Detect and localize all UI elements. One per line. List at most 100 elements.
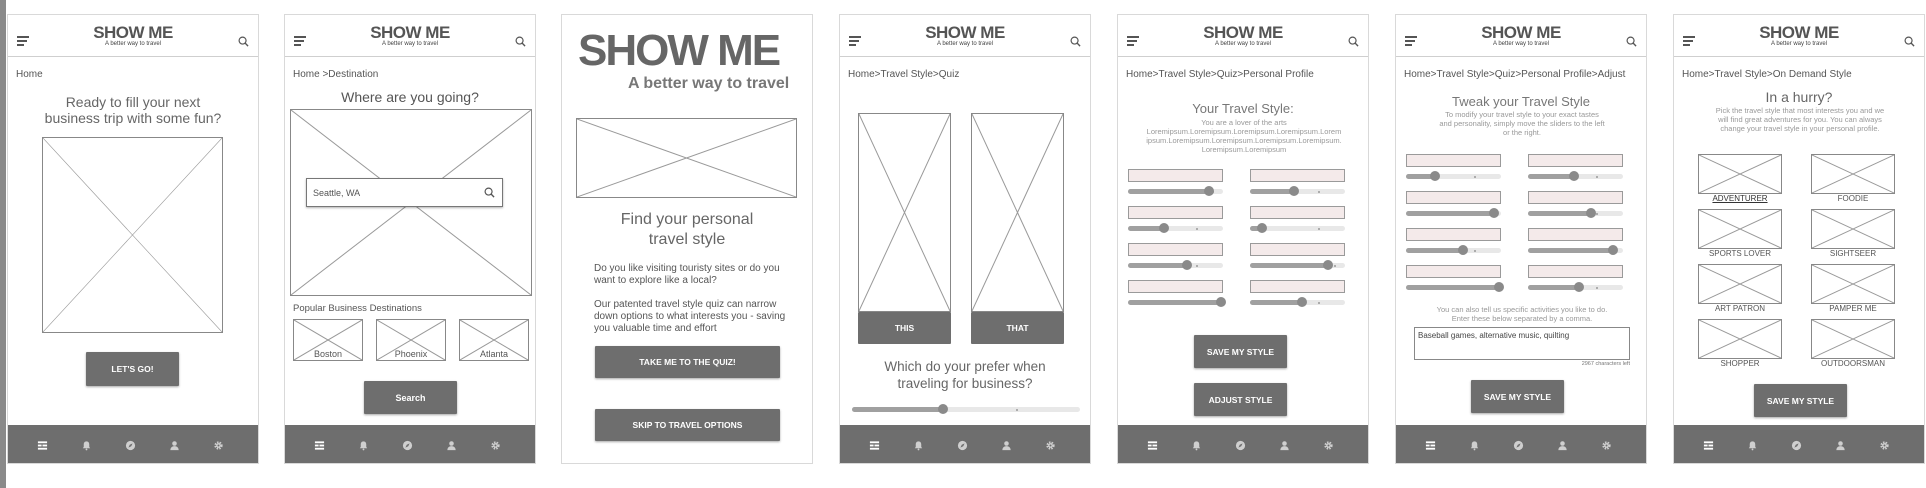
bell-icon[interactable] bbox=[1191, 438, 1202, 451]
skip-to-travel-options-button[interactable]: SKIP TO TRAVEL OPTIONS bbox=[595, 409, 780, 441]
style-trait-slider[interactable] bbox=[1128, 186, 1223, 197]
style-trait-slider[interactable] bbox=[1406, 171, 1501, 182]
style-trait-slider[interactable] bbox=[1528, 208, 1623, 219]
slider-knob[interactable] bbox=[1322, 260, 1333, 270]
travel-style-tile[interactable] bbox=[1698, 264, 1782, 304]
search-button[interactable]: Search bbox=[364, 381, 457, 414]
search-icon[interactable] bbox=[484, 187, 495, 198]
breadcrumb[interactable]: Home bbox=[16, 69, 43, 80]
dashboard-icon[interactable] bbox=[1147, 438, 1158, 450]
style-trait-slider[interactable] bbox=[1528, 171, 1623, 182]
slider-knob[interactable] bbox=[1458, 245, 1468, 255]
gear-icon[interactable] bbox=[1323, 438, 1334, 450]
travel-style-tile[interactable] bbox=[1698, 319, 1782, 359]
slider-knob[interactable] bbox=[1181, 260, 1192, 270]
style-trait-slider[interactable] bbox=[1128, 260, 1223, 271]
gear-icon[interactable] bbox=[1045, 438, 1056, 450]
user-icon[interactable] bbox=[446, 438, 457, 451]
slider-knob[interactable] bbox=[1607, 245, 1618, 255]
style-trait-slider[interactable] bbox=[1528, 245, 1623, 256]
quiz-progress-slider[interactable] bbox=[852, 404, 1080, 415]
breadcrumb[interactable]: Home>Travel Style>Quiz>Personal Profile>… bbox=[1404, 69, 1625, 80]
user-icon[interactable] bbox=[1557, 438, 1568, 451]
slider-knob[interactable] bbox=[1585, 208, 1596, 218]
destination-tile[interactable]: Atlanta bbox=[459, 319, 529, 361]
slider-knob[interactable] bbox=[938, 404, 949, 414]
slider-knob[interactable] bbox=[1489, 208, 1500, 218]
gear-icon[interactable] bbox=[1879, 438, 1890, 450]
gear-icon[interactable] bbox=[213, 438, 224, 450]
user-icon[interactable] bbox=[169, 438, 180, 451]
style-trait-slider[interactable] bbox=[1528, 282, 1623, 293]
style-trait-slider[interactable] bbox=[1128, 297, 1227, 308]
compass-icon[interactable] bbox=[1513, 438, 1524, 451]
save-my-style-button[interactable]: SAVE MY STYLE bbox=[1471, 380, 1564, 413]
user-icon[interactable] bbox=[1835, 438, 1846, 451]
travel-style-tile[interactable] bbox=[1811, 209, 1895, 249]
slider-knob[interactable] bbox=[1159, 223, 1170, 233]
style-trait-slider[interactable] bbox=[1128, 223, 1223, 234]
search-icon[interactable] bbox=[1070, 36, 1081, 47]
breadcrumb[interactable]: Home>Travel Style>Quiz bbox=[848, 69, 959, 80]
bell-icon[interactable] bbox=[913, 438, 924, 451]
save-my-style-button[interactable]: SAVE MY STYLE bbox=[1754, 384, 1847, 417]
slider-knob[interactable] bbox=[1568, 171, 1579, 181]
dashboard-icon[interactable] bbox=[314, 438, 325, 450]
compass-icon[interactable] bbox=[402, 438, 413, 451]
that-button[interactable]: THAT bbox=[971, 312, 1064, 344]
slider-knob[interactable] bbox=[1297, 297, 1308, 307]
slider-knob[interactable] bbox=[1574, 282, 1585, 292]
destination-tile[interactable]: Boston bbox=[293, 319, 363, 361]
search-icon[interactable] bbox=[1904, 36, 1915, 47]
this-image-placeholder[interactable] bbox=[858, 113, 951, 312]
dashboard-icon[interactable] bbox=[37, 438, 48, 450]
adjust-style-button[interactable]: ADJUST STYLE bbox=[1194, 383, 1287, 416]
gear-icon[interactable] bbox=[1601, 438, 1612, 450]
style-trait-slider[interactable] bbox=[1250, 186, 1345, 197]
style-trait-slider[interactable] bbox=[1406, 282, 1505, 293]
lets-go-button[interactable]: LET'S GO! bbox=[86, 352, 179, 386]
slider-knob[interactable] bbox=[1429, 171, 1440, 181]
that-image-placeholder[interactable] bbox=[971, 113, 1064, 312]
style-trait-slider[interactable] bbox=[1250, 223, 1345, 234]
destination-tile[interactable]: Phoenix bbox=[376, 319, 446, 361]
search-icon[interactable] bbox=[238, 36, 249, 47]
breadcrumb[interactable]: Home >Destination bbox=[293, 69, 378, 80]
user-icon[interactable] bbox=[1001, 438, 1012, 451]
search-icon[interactable] bbox=[515, 36, 526, 47]
bell-icon[interactable] bbox=[81, 438, 92, 451]
breadcrumb[interactable]: Home>Travel Style>On Demand Style bbox=[1682, 69, 1852, 80]
search-icon[interactable] bbox=[1348, 36, 1359, 47]
compass-icon[interactable] bbox=[1791, 438, 1802, 451]
travel-style-tile[interactable] bbox=[1811, 319, 1895, 359]
gear-icon[interactable] bbox=[490, 438, 501, 450]
style-trait-slider[interactable] bbox=[1250, 260, 1345, 271]
style-trait-slider[interactable] bbox=[1250, 297, 1345, 308]
slider-knob[interactable] bbox=[1494, 282, 1505, 292]
travel-style-tile[interactable] bbox=[1811, 154, 1895, 194]
compass-icon[interactable] bbox=[125, 438, 136, 451]
slider-knob[interactable] bbox=[1257, 223, 1268, 233]
take-quiz-button[interactable]: TAKE ME TO THE QUIZ! bbox=[595, 346, 780, 378]
compass-icon[interactable] bbox=[1235, 438, 1246, 451]
dashboard-icon[interactable] bbox=[1703, 438, 1714, 450]
breadcrumb[interactable]: Home>Travel Style>Quiz>Personal Profile bbox=[1126, 69, 1314, 80]
bell-icon[interactable] bbox=[358, 438, 369, 451]
this-button[interactable]: THIS bbox=[858, 312, 951, 344]
slider-knob[interactable] bbox=[1203, 186, 1214, 196]
slider-knob[interactable] bbox=[1216, 297, 1227, 307]
user-icon[interactable] bbox=[1279, 438, 1290, 451]
search-icon[interactable] bbox=[1626, 36, 1637, 47]
bell-icon[interactable] bbox=[1747, 438, 1758, 451]
activities-textarea[interactable]: Baseball games, alternative music, quilt… bbox=[1414, 327, 1630, 360]
travel-style-tile[interactable] bbox=[1698, 154, 1782, 194]
slider-knob[interactable] bbox=[1288, 186, 1299, 196]
compass-icon[interactable] bbox=[957, 438, 968, 451]
save-my-style-button[interactable]: SAVE MY STYLE bbox=[1194, 335, 1287, 368]
style-trait-slider[interactable] bbox=[1406, 208, 1501, 219]
dashboard-icon[interactable] bbox=[1425, 438, 1436, 450]
style-trait-slider[interactable] bbox=[1406, 245, 1501, 256]
destination-search-input[interactable]: Seattle, WA bbox=[306, 178, 503, 207]
dashboard-icon[interactable] bbox=[869, 438, 880, 450]
travel-style-tile[interactable] bbox=[1811, 264, 1895, 304]
